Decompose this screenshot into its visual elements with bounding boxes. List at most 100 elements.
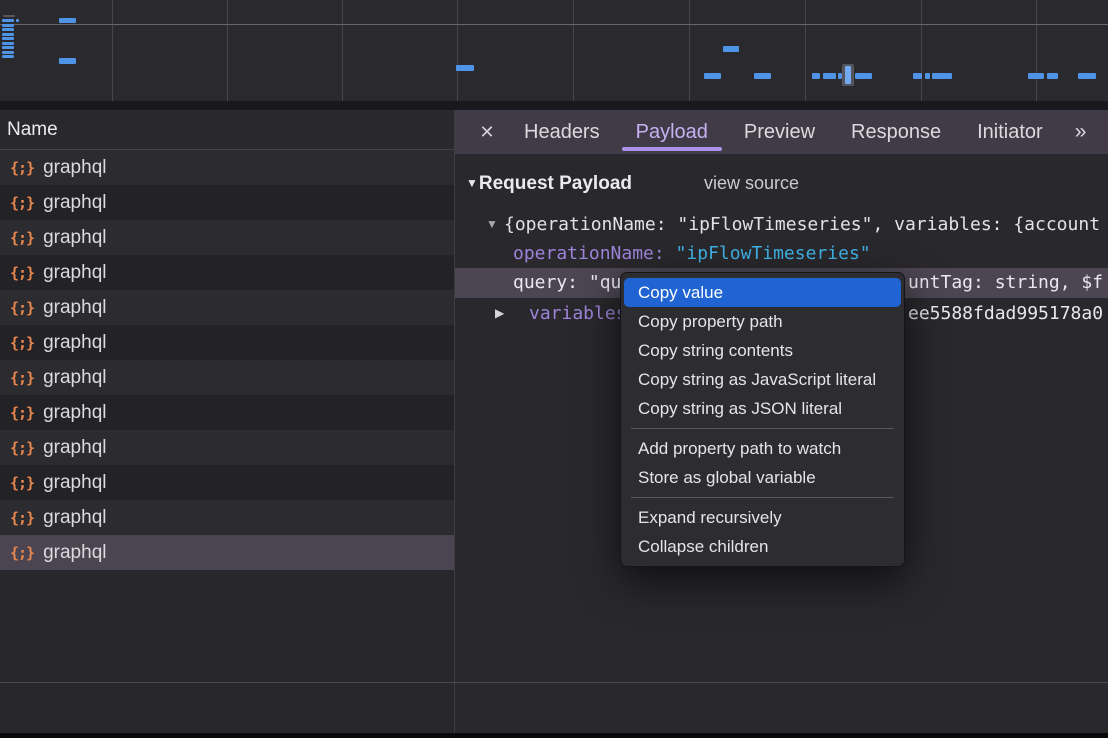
overview-request-bar[interactable] [913, 73, 922, 79]
menu-item-store-as-global-variable[interactable]: Store as global variable [621, 463, 904, 492]
bottom-bar [0, 733, 1108, 738]
request-list: {;} graphql {;} graphql {;} graphql {;} graphql… [0, 150, 454, 570]
json-request-icon: {;} [10, 229, 34, 247]
overview-gridline [457, 0, 458, 101]
overview-request-bar[interactable] [2, 33, 14, 36]
menu-item-add-property-path-to-watch[interactable]: Add property path to watch [621, 434, 904, 463]
tab-initiator[interactable]: Initiator [959, 110, 1061, 154]
overview-request-bar[interactable] [812, 73, 820, 79]
overview-request-bar[interactable] [2, 55, 14, 58]
menu-item-expand-recursively[interactable]: Expand recursively [621, 503, 904, 532]
overview-request-bar[interactable] [932, 73, 952, 79]
menu-item-copy-property-path[interactable]: Copy property path [621, 307, 904, 336]
request-name: graphql [43, 542, 106, 564]
overview-request-bar[interactable] [59, 58, 76, 64]
request-row[interactable]: {;}graphql [0, 430, 454, 465]
expander-down-icon[interactable]: ▼ [486, 210, 498, 239]
detail-tabbar: ✕ HeadersPayloadPreviewResponseInitiator… [455, 110, 1108, 154]
property-value: "ipFlowTimeseries" [676, 243, 871, 264]
json-request-icon: {;} [10, 334, 34, 352]
more-tabs-icon[interactable]: » [1075, 120, 1085, 144]
request-name: graphql [43, 437, 106, 459]
request-name: graphql [43, 402, 106, 424]
request-row[interactable]: {;} graphql [0, 395, 454, 430]
tab-payload[interactable]: Payload [618, 110, 726, 154]
payload-root-row[interactable]: ▼ {operationName: "ipFlowTimeseries", va… [455, 210, 1108, 239]
request-name: graphql [43, 297, 106, 319]
overview-request-bar[interactable] [3, 15, 15, 17]
request-row[interactable]: {;}graphql [0, 465, 454, 500]
close-icon[interactable]: ✕ [476, 122, 498, 143]
request-row[interactable]: {;}graphql [0, 360, 454, 395]
payload-operationname-row[interactable]: operationName: "ipFlowTimeseries" [455, 239, 1108, 268]
menu-separator [631, 428, 894, 429]
overview-request-bar[interactable] [723, 46, 739, 52]
menu-item-collapse-children[interactable]: Collapse children [621, 532, 904, 561]
name-column-header[interactable]: Name [0, 110, 454, 150]
overview-request-bar[interactable] [456, 65, 474, 71]
overview-request-bar[interactable] [16, 19, 19, 22]
overview-request-bar[interactable] [855, 73, 872, 79]
collapse-triangle-icon[interactable]: ▼ [466, 176, 478, 190]
overview-gridline [227, 0, 228, 101]
json-request-icon: {;} [10, 404, 34, 422]
request-row[interactable]: {;} graphql [0, 290, 454, 325]
overview-request-bar[interactable] [838, 73, 842, 79]
request-row[interactable]: {;}graphql [0, 500, 454, 535]
json-request-icon: {;} [10, 194, 34, 212]
request-name: graphql [43, 332, 106, 354]
overview-request-bar[interactable] [2, 19, 14, 22]
overview-request-bar[interactable] [1078, 73, 1096, 79]
overview-request-bar[interactable] [1028, 73, 1044, 79]
overview-request-bar[interactable] [2, 46, 14, 49]
menu-item-copy-string-contents[interactable]: Copy string contents [621, 336, 904, 365]
overview-selected-marker [845, 66, 851, 84]
json-request-icon: {;} [10, 369, 34, 387]
network-overview[interactable] [0, 0, 1108, 101]
json-request-icon: {;} [10, 544, 34, 562]
summary-divider [0, 682, 1108, 683]
request-row[interactable]: {;}graphql [0, 150, 454, 185]
overview-horizontal-gridline [0, 24, 1108, 25]
query-fragment-left: query: "qu [513, 268, 621, 298]
overview-request-bar[interactable] [704, 73, 721, 79]
overview-request-bar[interactable] [1047, 73, 1058, 79]
overview-gridline [689, 0, 690, 101]
overview-gridline [342, 0, 343, 101]
expander-right-icon[interactable]: ▶ [495, 299, 504, 328]
overview-request-bar[interactable] [59, 18, 76, 23]
request-row[interactable]: {;} graphql [0, 185, 454, 220]
overview-request-bar[interactable] [754, 73, 771, 79]
overview-gridline [1036, 0, 1037, 101]
overview-request-bar[interactable] [2, 24, 14, 27]
overview-request-bar[interactable] [2, 42, 14, 45]
overview-request-bar[interactable] [925, 73, 930, 79]
overview-request-bar[interactable] [2, 28, 14, 31]
tab-preview[interactable]: Preview [726, 110, 833, 154]
request-name: graphql [43, 262, 106, 284]
request-row[interactable]: {;} graphql [0, 535, 454, 570]
request-row[interactable]: {;}graphql [0, 220, 454, 255]
menu-item-copy-string-as-json-literal[interactable]: Copy string as JSON literal [621, 394, 904, 423]
request-row[interactable]: {;} graphql [0, 325, 454, 360]
overview-request-bar[interactable] [823, 73, 836, 79]
tab-headers[interactable]: Headers [506, 110, 618, 154]
query-fragment-right: untTag: string, $f [908, 268, 1103, 298]
overview-gridline [805, 0, 806, 101]
tab-strip: HeadersPayloadPreviewResponseInitiator [498, 110, 1061, 154]
menu-item-copy-value[interactable]: Copy value [624, 278, 901, 307]
request-name: graphql [43, 507, 106, 529]
overview-gridline [921, 0, 922, 101]
overview-request-bar[interactable] [2, 37, 14, 40]
json-request-icon: {;} [10, 299, 34, 317]
overview-gridline [573, 0, 574, 101]
tab-response[interactable]: Response [833, 110, 959, 154]
request-payload-title: Request Payload [479, 173, 632, 194]
menu-item-copy-string-as-javascript-literal[interactable]: Copy string as JavaScript literal [621, 365, 904, 394]
request-row[interactable]: {;}graphql [0, 255, 454, 290]
request-name: graphql [43, 192, 106, 214]
view-source-link[interactable]: view source [704, 173, 799, 193]
json-request-icon: {;} [10, 159, 34, 177]
overview-request-bar[interactable] [2, 51, 14, 54]
payload-object-preview: {operationName: "ipFlowTimeseries", vari… [504, 210, 1100, 239]
